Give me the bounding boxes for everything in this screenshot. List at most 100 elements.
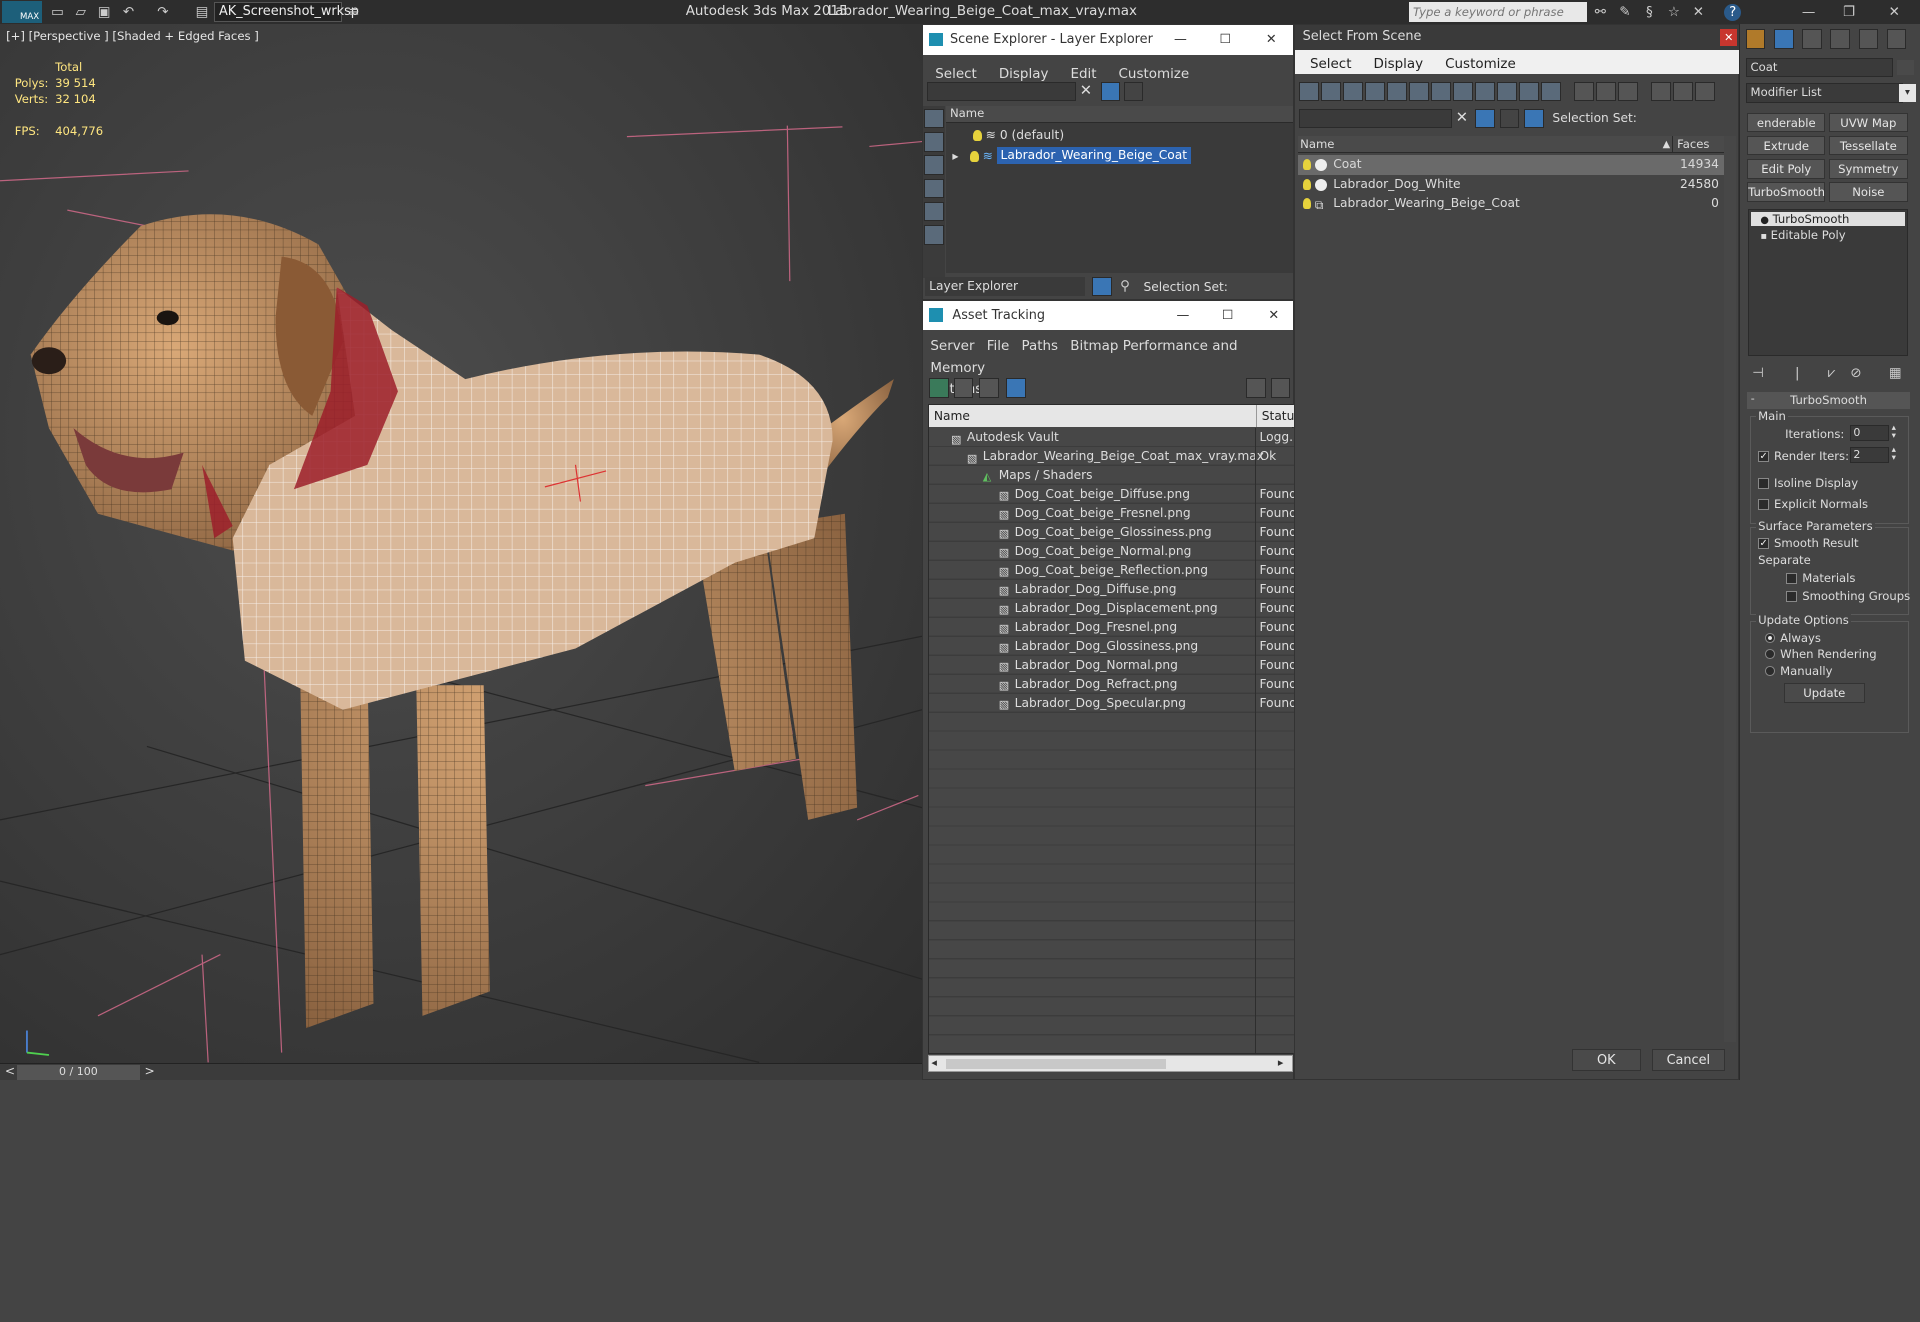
- manually-radio[interactable]: Manually: [1765, 664, 1833, 678]
- make-unique-icon[interactable]: ⩗: [1823, 365, 1840, 382]
- minimize-icon[interactable]: —: [1174, 25, 1187, 54]
- thumbnail-view-icon[interactable]: [979, 378, 999, 398]
- object-row[interactable]: Coat 14934: [1297, 155, 1724, 175]
- display-lights-icon[interactable]: [1342, 81, 1363, 102]
- display-xrefs-icon[interactable]: [1453, 81, 1473, 102]
- scroll-right-icon[interactable]: ▸: [1278, 1056, 1284, 1069]
- extrude-button[interactable]: Extrude: [1747, 135, 1826, 156]
- utilities-tab-icon[interactable]: [1886, 29, 1907, 49]
- help-icon[interactable]: [1246, 378, 1266, 398]
- list-view-icon[interactable]: [953, 378, 974, 398]
- light-bulb-icon[interactable]: ●: [1760, 215, 1769, 226]
- display-shapes-icon[interactable]: [1320, 81, 1341, 102]
- cancel-button[interactable]: Cancel: [1651, 1049, 1726, 1072]
- undo-icon[interactable]: ↶: [120, 4, 137, 21]
- asset-row[interactable]: ▧ Autodesk Vault Logg..: [928, 428, 1297, 448]
- display-geometry-icon[interactable]: [1298, 81, 1319, 102]
- hierarchy-icon[interactable]: ⚲: [1117, 278, 1134, 295]
- filter-icon[interactable]: [1651, 81, 1672, 102]
- configure-sets-icon[interactable]: ▦: [1887, 365, 1904, 382]
- time-slider-thumb[interactable]: 0 / 100: [17, 1065, 140, 1080]
- light-bulb-icon[interactable]: [970, 150, 979, 162]
- viewport-label[interactable]: [+] [Perspective ] [Shaded + Edged Faces…: [6, 29, 259, 43]
- asset-row[interactable]: ▧ Dog_Coat_beige_Normal.png Found: [928, 542, 1297, 561]
- project-icon[interactable]: ▤: [193, 4, 210, 21]
- display-invert-icon[interactable]: [1618, 81, 1638, 102]
- asset-row[interactable]: ▧ Labrador_Dog_Diffuse.png Found: [928, 580, 1297, 599]
- maximize-icon[interactable]: ☐: [1222, 301, 1234, 330]
- light-bulb-icon[interactable]: [1302, 178, 1312, 190]
- object-row[interactable]: ⧉ Labrador_Wearing_Beige_Coat 0: [1298, 194, 1724, 214]
- modifier-list-dropdown[interactable]: Modifier List: [1745, 83, 1903, 103]
- menu-select[interactable]: Select: [1310, 57, 1352, 72]
- restore-icon[interactable]: ❐: [1840, 4, 1857, 21]
- select-from-scene-titlebar[interactable]: Select From Scene ✕: [1295, 25, 1739, 50]
- stack-item-turbosmooth[interactable]: ● TurboSmooth: [1750, 211, 1905, 227]
- light-bulb-icon[interactable]: [973, 129, 982, 141]
- minimize-icon[interactable]: —: [1800, 4, 1817, 21]
- menu-edit[interactable]: Edit: [1070, 67, 1096, 82]
- asset-row[interactable]: ▧ Labrador_Dog_Glossiness.png Found: [928, 637, 1297, 656]
- remove-modifier-icon[interactable]: ⊘: [1848, 365, 1865, 382]
- column-header-name[interactable]: Name: [946, 106, 1293, 124]
- smoothing-groups-checkbox[interactable]: Smoothing Groups: [1786, 589, 1910, 603]
- dropdown-arrow-icon[interactable]: ▾: [1898, 84, 1917, 102]
- menu-file[interactable]: File: [987, 339, 1010, 354]
- redo-icon[interactable]: ↷: [154, 4, 171, 21]
- when-rendering-radio[interactable]: When Rendering: [1765, 647, 1877, 661]
- uvw-map-button[interactable]: UVW Map: [1829, 112, 1908, 133]
- display-frozen-icon[interactable]: [1519, 81, 1539, 102]
- close-icon[interactable]: ✕: [1268, 301, 1279, 330]
- menu-customize[interactable]: Customize: [1119, 67, 1190, 82]
- spinner-arrows-icon[interactable]: ▴ ▾: [1892, 423, 1896, 441]
- render-iters-spinner[interactable]: 2: [1849, 446, 1890, 463]
- light-bulb-icon[interactable]: [1302, 198, 1312, 210]
- search-input[interactable]: [1409, 2, 1587, 23]
- maximize-icon[interactable]: ☐: [1219, 25, 1231, 54]
- renderable-spline-button[interactable]: enderable Spli: [1747, 112, 1826, 149]
- edit-poly-button[interactable]: Edit Poly: [1747, 159, 1826, 179]
- iterations-spinner[interactable]: 0: [1849, 424, 1890, 441]
- explicit-normals-checkbox[interactable]: Explicit Normals: [1758, 497, 1868, 511]
- ok-button[interactable]: OK: [1572, 1049, 1641, 1072]
- display-lights-icon[interactable]: [924, 155, 944, 175]
- display-geometry-icon[interactable]: [924, 108, 944, 129]
- clear-find-icon[interactable]: ✕: [1080, 82, 1092, 99]
- display-all-icon[interactable]: [1574, 81, 1594, 102]
- expand-arrow-icon[interactable]: ▸: [952, 149, 958, 163]
- layer-explorer-combo[interactable]: Layer Explorer: [925, 276, 1085, 297]
- expand-icon[interactable]: ▪: [1760, 231, 1767, 242]
- asset-row[interactable]: ▧ Dog_Coat_beige_Reflection.png Found: [928, 561, 1297, 580]
- asset-row[interactable]: ▧ Dog_Coat_beige_Diffuse.png Found: [928, 485, 1297, 504]
- time-slider[interactable]: < 0 / 100 >: [0, 1062, 923, 1080]
- asset-row[interactable]: ▧ Dog_Coat_beige_Fresnel.png Found: [928, 504, 1297, 523]
- display-cameras-icon[interactable]: [1365, 81, 1385, 102]
- noise-button[interactable]: Noise: [1829, 182, 1908, 203]
- close-search-icon[interactable]: ✕: [1690, 4, 1707, 21]
- object-color-swatch[interactable]: [1896, 59, 1914, 75]
- display-spacewarps-icon[interactable]: [1409, 81, 1429, 102]
- asset-row[interactable]: ▧ Labrador_Dog_Fresnel.png Found: [928, 618, 1297, 637]
- layers-icon[interactable]: [1499, 108, 1520, 129]
- update-button[interactable]: Update: [1783, 683, 1865, 703]
- settings-icon[interactable]: [1270, 378, 1291, 398]
- symmetry-button[interactable]: Symmetry: [1829, 159, 1908, 179]
- open-file-icon[interactable]: ▱: [72, 4, 89, 21]
- help-icon[interactable]: ?: [1724, 3, 1742, 21]
- collapse-icon[interactable]: [1695, 81, 1716, 102]
- column-header-name[interactable]: Name: [1300, 136, 1334, 153]
- render-iters-checkbox[interactable]: ✓ Render Iters:: [1758, 449, 1849, 463]
- object-name-field[interactable]: Coat: [1745, 57, 1893, 78]
- motion-tab-icon[interactable]: [1830, 29, 1850, 49]
- asset-row[interactable]: ▧ Labrador_Dog_Displacement.png Found: [928, 599, 1297, 618]
- menu-display[interactable]: Display: [999, 67, 1049, 82]
- smooth-result-checkbox[interactable]: ✓ Smooth Result: [1758, 536, 1859, 550]
- asset-tracking-titlebar[interactable]: Asset Tracking — ☐ ✕: [923, 301, 1293, 331]
- show-end-result-icon[interactable]: |: [1789, 365, 1806, 382]
- perspective-viewport[interactable]: [+] [Perspective ] [Shaded + Edged Faces…: [0, 24, 923, 1063]
- display-groups-icon[interactable]: [1431, 81, 1451, 102]
- display-cameras-icon[interactable]: [924, 178, 944, 199]
- display-helpers-icon[interactable]: [1387, 81, 1407, 102]
- column-header-faces[interactable]: Faces: [1672, 135, 1709, 153]
- menu-display[interactable]: Display: [1374, 57, 1424, 72]
